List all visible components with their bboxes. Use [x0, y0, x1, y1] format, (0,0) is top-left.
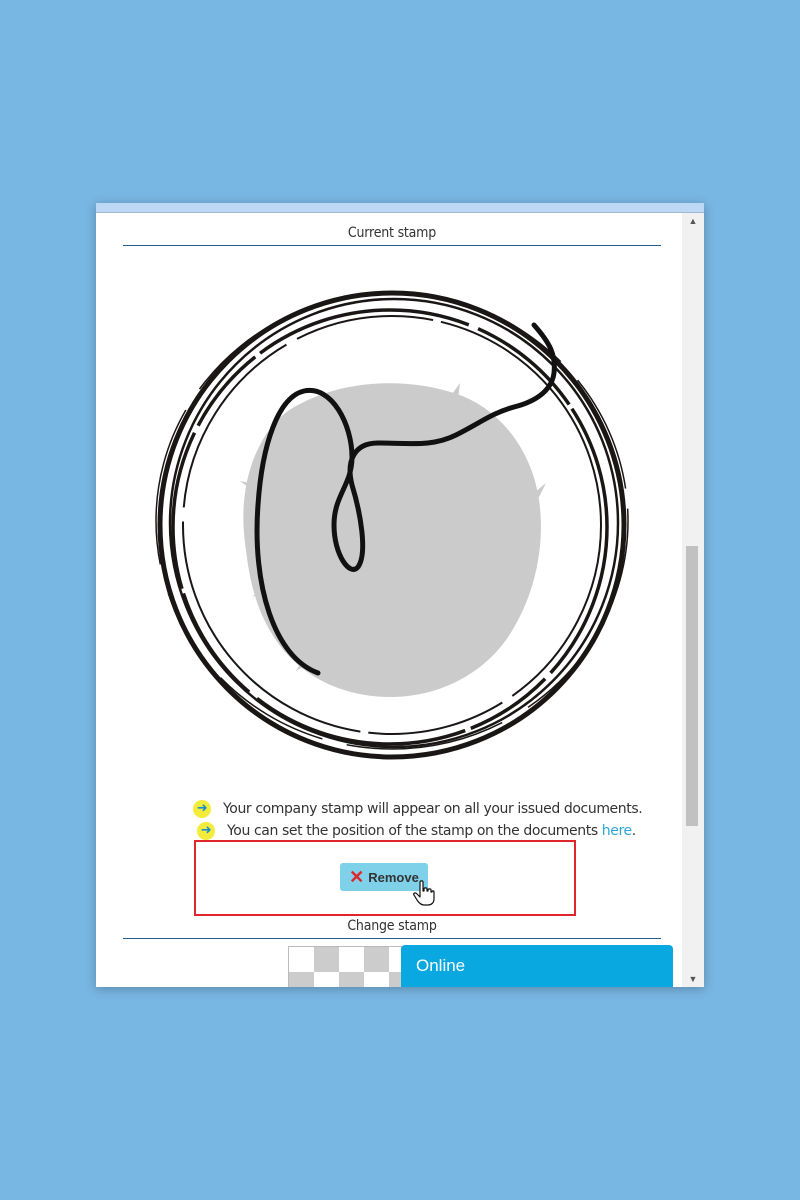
current-stamp-divider: [123, 245, 661, 246]
change-stamp-heading: Change stamp: [347, 918, 437, 934]
scroll-down-arrow-icon[interactable]: ▼: [682, 971, 704, 987]
scrollbar-thumb[interactable]: [686, 546, 698, 826]
current-stamp-heading: Current stamp: [347, 225, 437, 241]
vertical-scrollbar[interactable]: ▲ ▼: [682, 213, 704, 987]
stamp-upload-preview[interactable]: [288, 946, 410, 987]
info-line-issued-documents: ➜ Your company stamp will appear on all …: [193, 800, 643, 818]
window-top-bar: [96, 203, 704, 213]
stamp-position-link[interactable]: here: [602, 823, 632, 839]
online-status-label: Online: [416, 956, 466, 975]
arrow-right-icon: ➜: [197, 822, 215, 840]
info-text-issued-documents: Your company stamp will appear on all yo…: [223, 801, 643, 817]
hand-pointer-icon: [413, 880, 435, 906]
remove-button-label: Remove: [368, 869, 419, 885]
info-line-stamp-position: ➜ You can set the position of the stamp …: [197, 822, 636, 840]
change-stamp-divider: [123, 938, 661, 939]
info-text-stamp-position: You can set the position of the stamp on…: [227, 823, 602, 839]
scroll-up-arrow-icon[interactable]: ▲: [682, 213, 704, 229]
stamp-settings-window: Current stamp ➜ Your company stamp will …: [96, 203, 704, 987]
company-stamp-image: [154, 285, 630, 765]
arrow-right-icon: ➜: [193, 800, 211, 818]
close-icon: ✕: [349, 867, 365, 887]
info-text-period: .: [631, 823, 636, 839]
online-chat-widget[interactable]: Online: [401, 945, 673, 987]
window-content: Current stamp ➜ Your company stamp will …: [96, 213, 682, 987]
